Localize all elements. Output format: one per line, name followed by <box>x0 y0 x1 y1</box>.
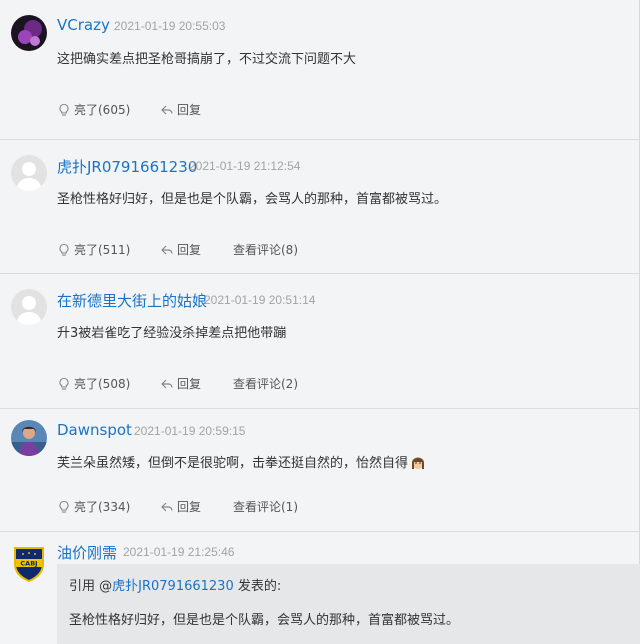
reply-button[interactable]: 回复 <box>160 101 201 118</box>
lightbulb-icon <box>59 243 69 256</box>
comment-item: CABJ 油价刚需 2021-01-19 21:25:46 引用 @虎扑JR07… <box>0 532 640 644</box>
like-button[interactable]: 亮了(605) <box>57 101 130 118</box>
user-avatar[interactable] <box>11 289 47 325</box>
comment-list: VCrazy 2021-01-19 20:55:03 这把确实差点把圣枪哥搞崩了… <box>0 0 640 644</box>
reply-label: 回复 <box>177 377 202 391</box>
reply-label: 回复 <box>177 103 202 117</box>
club-badge-icon: CABJ <box>14 547 44 582</box>
reply-arrow-icon <box>161 105 173 114</box>
like-button[interactable]: 亮了(334) <box>57 498 130 515</box>
reply-button[interactable]: 回复 <box>160 498 201 515</box>
comment-item: 虎扑JR0791661230 2021-01-19 21:12:54 圣枪性格好… <box>0 140 639 274</box>
reply-button[interactable]: 回复 <box>160 241 201 258</box>
quoted-user-link[interactable]: 虎扑JR0791661230 <box>112 579 234 594</box>
view-comments-link[interactable]: 查看评论(1) <box>233 498 298 515</box>
lightbulb-icon <box>59 103 69 116</box>
view-comments-label: 查看评论(8) <box>233 243 298 257</box>
view-comments-label: 查看评论(2) <box>233 377 298 391</box>
view-comments-link[interactable]: 查看评论(8) <box>233 241 298 258</box>
reply-label: 回复 <box>177 500 202 514</box>
quote-block: 引用 @虎扑JR0791661230 发表的: 圣枪性格好归好，但是也是个队霸，… <box>57 564 640 644</box>
comment-time: 2021-01-19 20:51:14 <box>204 293 316 307</box>
reply-button[interactable]: 回复 <box>160 375 201 392</box>
comment-time: 2021-01-19 21:12:54 <box>189 159 301 173</box>
reply-arrow-icon <box>161 379 173 388</box>
like-button[interactable]: 亮了(508) <box>57 375 130 392</box>
comment-item: Dawnspot 2021-01-19 20:59:15 芙兰朵虽然矮，但倒不是… <box>0 409 639 532</box>
comment-item: 在新德里大街上的姑娘 2021-01-19 20:51:14 升3被岩雀吃了经验… <box>0 274 639 409</box>
username-link[interactable]: 油价刚需 <box>57 542 117 563</box>
like-label: 亮了(605) <box>74 103 131 117</box>
user-avatar[interactable]: CABJ <box>11 544 47 582</box>
view-comments-label: 查看评论(1) <box>233 500 298 514</box>
badge-text: CABJ <box>20 560 37 568</box>
comment-item: VCrazy 2021-01-19 20:55:03 这把确实差点把圣枪哥搞崩了… <box>0 0 639 140</box>
reply-arrow-icon <box>161 502 173 511</box>
reply-arrow-icon <box>161 245 173 254</box>
username-link[interactable]: Dawnspot <box>57 421 132 439</box>
reply-label: 回复 <box>177 243 202 257</box>
like-label: 亮了(334) <box>74 500 131 514</box>
comment-time: 2021-01-19 21:25:46 <box>123 545 235 559</box>
user-avatar[interactable] <box>11 155 47 191</box>
quote-text: 圣枪性格好归好，但是也是个队霸，会骂人的那种，首富都被骂过。 <box>69 613 460 628</box>
quote-header: 引用 @虎扑JR0791661230 发表的: <box>69 579 282 594</box>
lightbulb-icon <box>59 377 69 390</box>
username-link[interactable]: VCrazy <box>57 16 110 34</box>
girl-face-emoji-icon <box>410 454 426 474</box>
comment-text: 芙兰朵虽然矮，但倒不是很驼啊，击拳还挺自然的，怡然自得 <box>57 452 426 474</box>
comment-text: 圣枪性格好归好，但是也是个队霸，会骂人的那种，首富都被骂过。 <box>57 192 448 207</box>
user-avatar[interactable] <box>11 15 47 51</box>
lightbulb-icon <box>59 500 69 513</box>
comment-time: 2021-01-19 20:55:03 <box>114 19 226 33</box>
view-comments-link[interactable]: 查看评论(2) <box>233 375 298 392</box>
like-button[interactable]: 亮了(511) <box>57 241 130 258</box>
user-avatar[interactable] <box>11 420 47 456</box>
like-label: 亮了(511) <box>74 243 131 257</box>
comment-time: 2021-01-19 20:59:15 <box>134 424 246 438</box>
username-link[interactable]: 虎扑JR0791661230 <box>57 156 197 177</box>
comment-text: 这把确实差点把圣枪哥搞崩了，不过交流下问题不大 <box>57 52 357 67</box>
like-label: 亮了(508) <box>74 377 131 391</box>
username-link[interactable]: 在新德里大街上的姑娘 <box>57 290 207 311</box>
comment-text: 升3被岩雀吃了经验没杀掉差点把他带蹦 <box>57 326 287 341</box>
